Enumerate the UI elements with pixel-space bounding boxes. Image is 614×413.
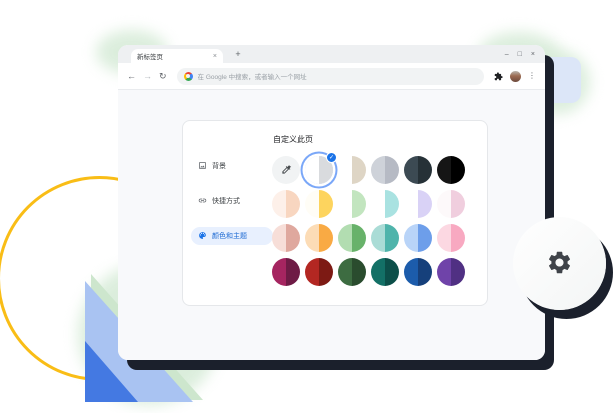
sidebar-item-1[interactable]: 快捷方式 bbox=[191, 192, 273, 210]
extensions-icon[interactable] bbox=[494, 72, 503, 81]
color-swatch-4[interactable] bbox=[404, 156, 432, 184]
theme-color-grid: ✓ bbox=[272, 156, 465, 286]
color-swatch-11[interactable] bbox=[437, 190, 465, 218]
selected-check-badge: ✓ bbox=[326, 152, 337, 163]
color-swatch-3[interactable] bbox=[371, 156, 399, 184]
sidebar-item-label: 背景 bbox=[212, 161, 226, 171]
back-icon[interactable]: ← bbox=[127, 72, 136, 81]
tab-close-icon[interactable]: × bbox=[213, 53, 217, 60]
color-swatch-1[interactable]: ✓ bbox=[305, 156, 333, 184]
customize-page-panel: 自定义此页 背景快捷方式颜色和主题 ✓ bbox=[182, 120, 488, 306]
color-swatch-21[interactable] bbox=[371, 258, 399, 286]
browser-menu-icon[interactable]: ⋮ bbox=[528, 72, 536, 80]
address-bar[interactable]: 在 Google 中搜索，或者输入一个网址 bbox=[177, 68, 484, 85]
tab-title: 新标签页 bbox=[137, 51, 209, 61]
google-logo-icon bbox=[184, 72, 193, 81]
color-swatch-6[interactable] bbox=[272, 190, 300, 218]
color-swatch-9[interactable] bbox=[371, 190, 399, 218]
color-swatch-12[interactable] bbox=[272, 224, 300, 252]
image-icon bbox=[198, 161, 207, 172]
color-swatch-20[interactable] bbox=[338, 258, 366, 286]
panel-title: 自定义此页 bbox=[273, 134, 313, 145]
close-button[interactable]: × bbox=[531, 51, 535, 58]
new-tab-content: 自定义此页 背景快捷方式颜色和主题 ✓ bbox=[118, 90, 545, 360]
color-swatch-23[interactable] bbox=[437, 258, 465, 286]
browser-toolbar: ← → ↻ 在 Google 中搜索，或者输入一个网址 ⋮ bbox=[118, 63, 545, 89]
profile-avatar[interactable] bbox=[510, 71, 521, 82]
window-controls: – □ × bbox=[505, 45, 535, 63]
sidebar-item-label: 颜色和主题 bbox=[212, 231, 247, 241]
color-swatch-7[interactable] bbox=[305, 190, 333, 218]
custom-color-picker[interactable] bbox=[272, 156, 300, 184]
sidebar-item-label: 快捷方式 bbox=[212, 196, 240, 206]
color-swatch-14[interactable] bbox=[338, 224, 366, 252]
color-swatch-18[interactable] bbox=[272, 258, 300, 286]
reload-icon[interactable]: ↻ bbox=[159, 72, 167, 81]
gear-icon bbox=[546, 249, 573, 279]
color-swatch-19[interactable] bbox=[305, 258, 333, 286]
color-swatch-17[interactable] bbox=[437, 224, 465, 252]
forward-icon[interactable]: → bbox=[143, 72, 152, 81]
color-swatch-2[interactable] bbox=[338, 156, 366, 184]
new-tab-button[interactable]: + bbox=[230, 45, 246, 63]
color-swatch-15[interactable] bbox=[371, 224, 399, 252]
color-swatch-5[interactable] bbox=[437, 156, 465, 184]
color-swatch-8[interactable] bbox=[338, 190, 366, 218]
color-swatch-10[interactable] bbox=[404, 190, 432, 218]
settings-gear-button[interactable] bbox=[513, 217, 606, 310]
sidebar-item-0[interactable]: 背景 bbox=[191, 157, 273, 175]
color-swatch-16[interactable] bbox=[404, 224, 432, 252]
address-placeholder: 在 Google 中搜索，或者输入一个网址 bbox=[198, 71, 307, 81]
illustration-canvas: 新标签页 × + – □ × ← → ↻ 在 Google 中搜索，或者输入一个… bbox=[0, 0, 614, 413]
tab-strip: 新标签页 × + – □ × bbox=[118, 45, 545, 63]
color-swatch-13[interactable] bbox=[305, 224, 333, 252]
link-icon bbox=[198, 196, 207, 207]
minimize-button[interactable]: – bbox=[505, 51, 509, 58]
sidebar-item-2[interactable]: 颜色和主题 bbox=[191, 227, 273, 245]
eyedropper-icon bbox=[281, 163, 292, 178]
color-swatch-22[interactable] bbox=[404, 258, 432, 286]
maximize-button[interactable]: □ bbox=[518, 51, 522, 58]
palette-icon bbox=[198, 231, 207, 242]
browser-window: 新标签页 × + – □ × ← → ↻ 在 Google 中搜索，或者输入一个… bbox=[118, 45, 545, 360]
customize-sidebar: 背景快捷方式颜色和主题 bbox=[191, 157, 273, 262]
browser-tab[interactable]: 新标签页 × bbox=[131, 49, 223, 63]
